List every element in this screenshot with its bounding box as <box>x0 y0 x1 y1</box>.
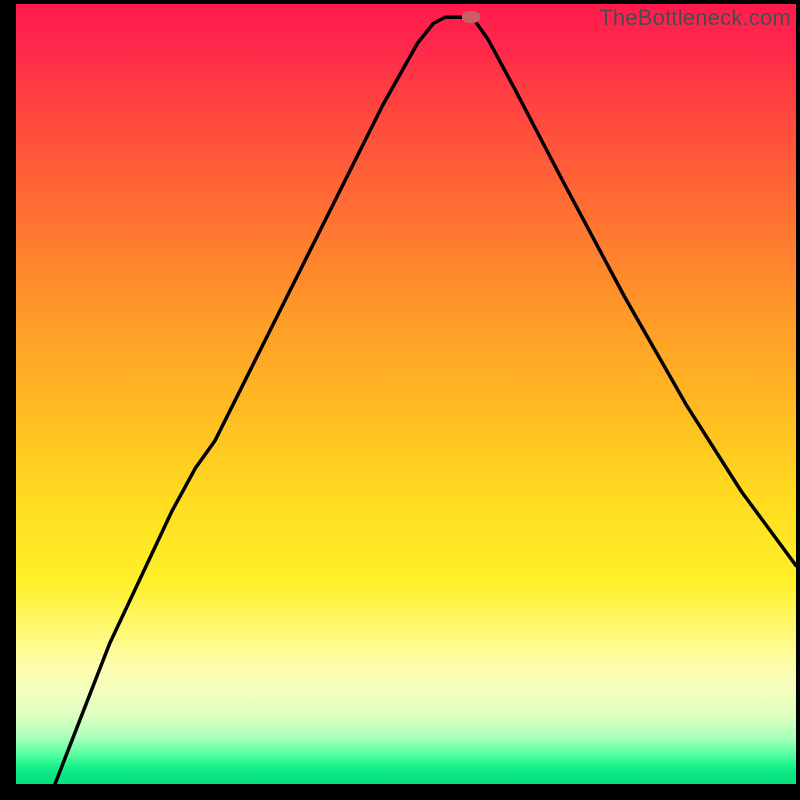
chart-frame: TheBottleneck.com <box>0 0 800 800</box>
bottleneck-curve <box>16 4 796 784</box>
optimal-point-marker <box>462 11 480 23</box>
plot-area: TheBottleneck.com <box>16 4 796 784</box>
